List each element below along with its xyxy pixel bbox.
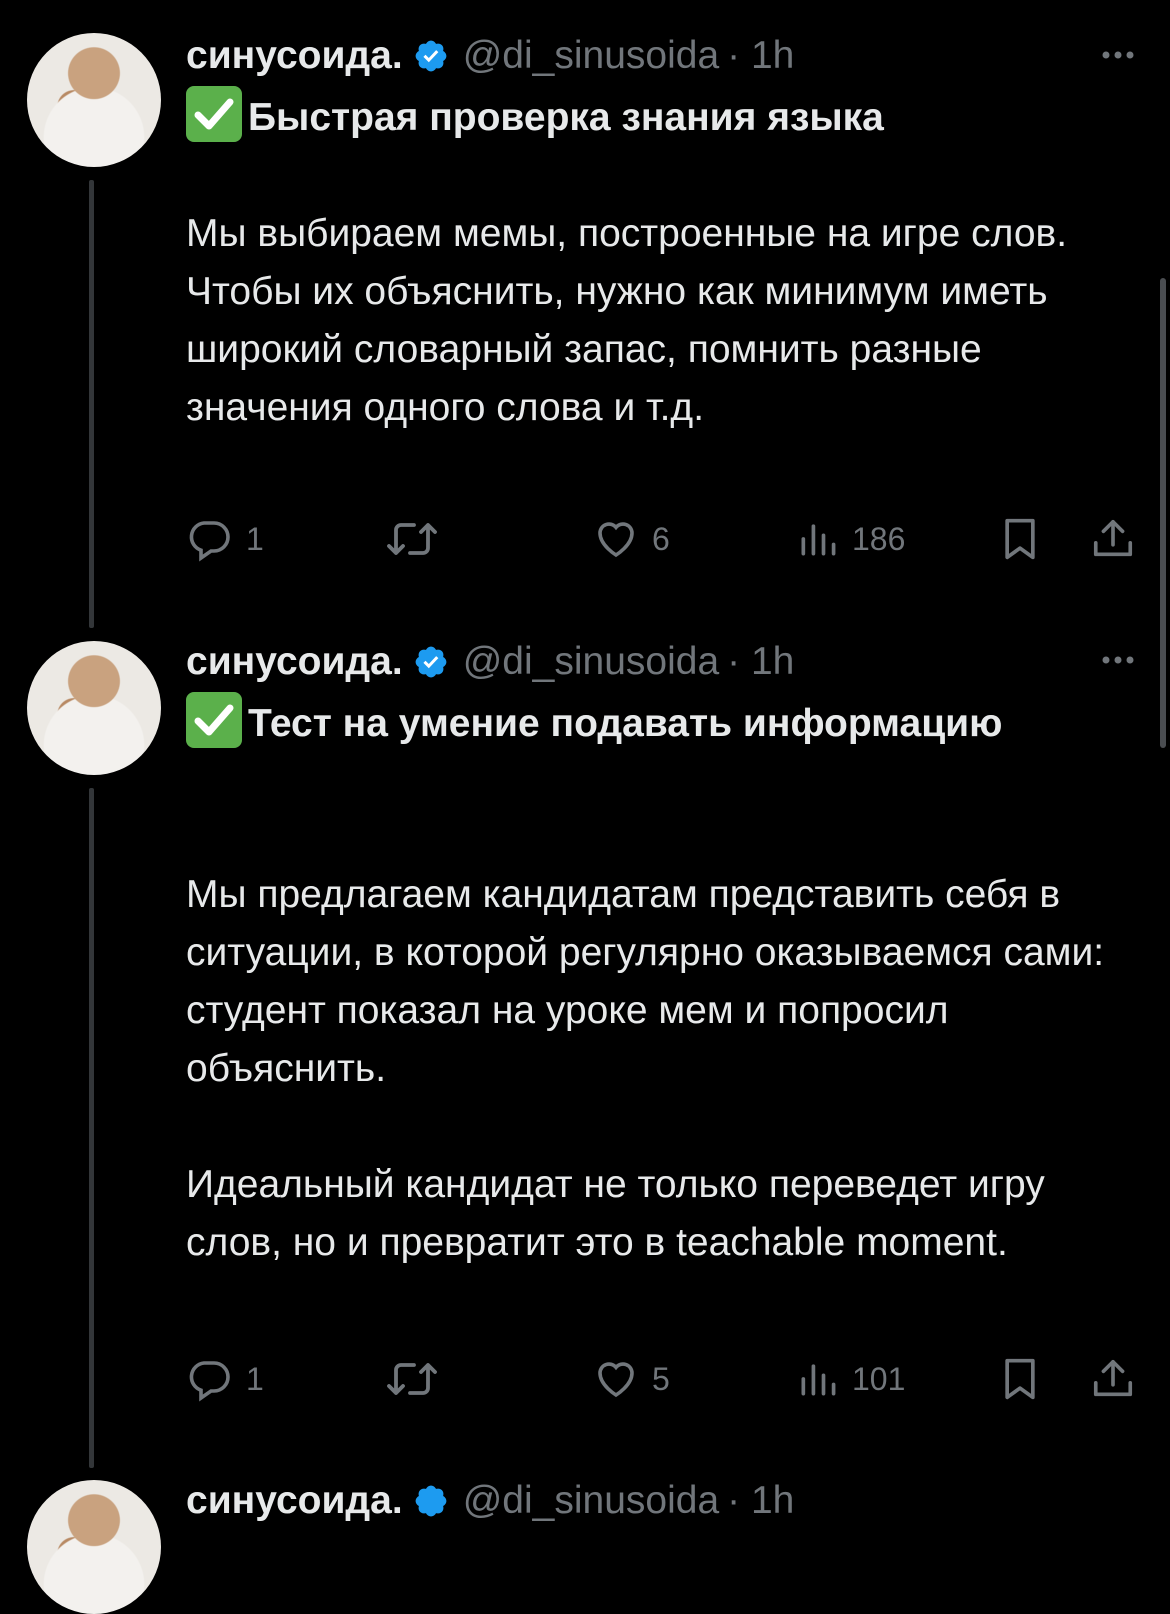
bookmark-icon	[1005, 1358, 1035, 1400]
tweet-header: синусоида. @di_sinusoida · 1h	[186, 637, 794, 687]
handle[interactable]: @di_sinusoida	[463, 34, 719, 78]
like-button[interactable]: 6	[592, 514, 670, 564]
display-name[interactable]: синусоида.	[186, 1479, 403, 1523]
bookmark-button[interactable]	[998, 514, 1042, 564]
share-icon	[1093, 1359, 1133, 1397]
views-count: 186	[852, 520, 906, 557]
action-bar: 1 5 101	[186, 1354, 1146, 1404]
tweet-title-text: Быстрая проверка знания языка	[248, 96, 884, 139]
display-name[interactable]: синусоида.	[186, 34, 403, 78]
views-count: 101	[852, 1360, 906, 1397]
verified-badge-icon	[415, 40, 447, 72]
action-bar: 1 6 186	[186, 514, 1146, 564]
retweet-icon	[387, 1363, 437, 1395]
tweet-header: синусоида. @di_sinusoida · 1h	[186, 1476, 794, 1526]
more-icon[interactable]	[1096, 33, 1140, 77]
like-count: 6	[652, 520, 670, 557]
reply-icon	[189, 521, 230, 562]
tweet-title: Быстрая проверка знания языка	[186, 86, 1146, 147]
more-icon[interactable]	[1096, 638, 1140, 682]
reply-count: 1	[246, 520, 264, 557]
tweet-text: Тест на умение подавать информацию Мы пр…	[186, 692, 1146, 1272]
retweet-button[interactable]	[384, 1354, 452, 1404]
tweet-text: Быстрая проверка знания языка Мы выбирае…	[186, 86, 1146, 437]
tweet-paragraph: Мы предлагаем кандидатам представить себ…	[186, 873, 1105, 1090]
reply-icon	[189, 1361, 230, 1402]
verified-badge-icon	[415, 646, 447, 678]
retweet-icon	[387, 523, 437, 555]
heart-icon	[598, 1362, 634, 1398]
tweet-header: синусоида. @di_sinusoida · 1h	[186, 31, 794, 81]
reply-count: 1	[246, 1360, 264, 1397]
timestamp[interactable]: · 1h	[727, 1479, 794, 1523]
avatar[interactable]	[27, 641, 161, 775]
check-mark-emoji	[186, 86, 242, 142]
tweet-title-text: Тест на умение подавать информацию	[248, 702, 1003, 745]
check-mark-emoji	[186, 692, 242, 748]
reply-button[interactable]: 1	[186, 1354, 264, 1404]
handle[interactable]: @di_sinusoida	[463, 1479, 719, 1523]
tweet-paragraph: Мы выбираем мемы, построенные на игре сл…	[186, 212, 1068, 429]
timestamp[interactable]: · 1h	[727, 640, 794, 684]
like-button[interactable]: 5	[592, 1354, 670, 1404]
display-name[interactable]: синусоида.	[186, 640, 403, 684]
bookmark-icon	[1005, 518, 1035, 560]
heart-icon	[598, 522, 634, 558]
retweet-button[interactable]	[384, 514, 452, 564]
verified-badge-icon	[415, 1485, 447, 1517]
views-button[interactable]: 186	[796, 514, 905, 564]
views-icon	[801, 524, 836, 556]
views-button[interactable]: 101	[796, 1354, 905, 1404]
share-button[interactable]	[1090, 514, 1136, 564]
thread-line	[89, 788, 94, 1468]
share-button[interactable]	[1090, 1354, 1136, 1404]
like-count: 5	[652, 1360, 670, 1397]
tweet-title: Тест на умение подавать информацию	[186, 692, 1146, 753]
reply-button[interactable]: 1	[186, 514, 264, 564]
avatar[interactable]	[27, 33, 161, 167]
tweet-paragraph: Идеальный кандидат не только переведет и…	[186, 1163, 1045, 1264]
avatar[interactable]	[27, 1480, 161, 1614]
share-icon	[1093, 519, 1133, 557]
scrollbar[interactable]	[1160, 278, 1166, 748]
bookmark-button[interactable]	[998, 1354, 1042, 1404]
views-icon	[801, 1364, 836, 1396]
thread-line	[89, 180, 94, 628]
handle[interactable]: @di_sinusoida	[463, 640, 719, 684]
timestamp[interactable]: · 1h	[727, 34, 794, 78]
